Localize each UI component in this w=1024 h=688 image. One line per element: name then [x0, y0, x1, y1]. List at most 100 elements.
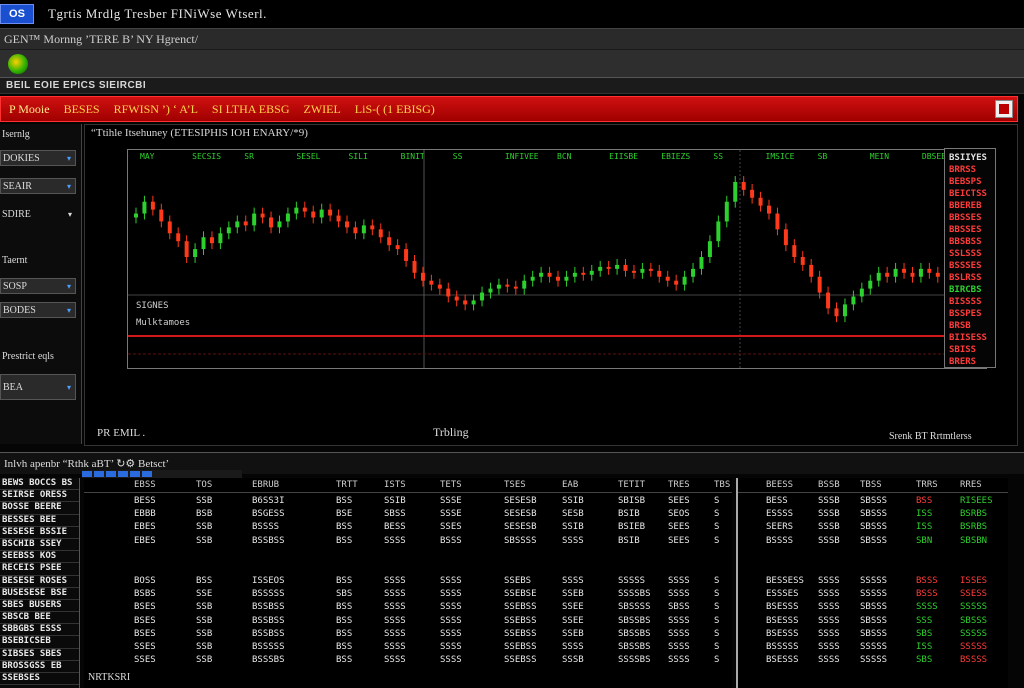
- tab-review[interactable]: RFWISN ’) ‘ A’L: [114, 102, 198, 117]
- table-cell: S: [714, 576, 720, 586]
- table-cell: SEES: [668, 522, 690, 533]
- quote-row[interactable]: SBISS: [949, 345, 995, 355]
- table-cell: S: [714, 535, 720, 546]
- close-icon[interactable]: [995, 100, 1013, 118]
- quote-row[interactable]: BEBSPS: [949, 177, 995, 187]
- quote-row[interactable]: BBSBSS: [949, 237, 995, 247]
- column-header[interactable]: TBSS: [860, 480, 882, 490]
- column-header[interactable]: BSSB: [818, 480, 840, 490]
- table-cell: SESESB: [504, 509, 537, 520]
- sidebar-dropdown-1[interactable]: DOKIES ▾: [0, 150, 76, 166]
- column-header[interactable]: BEESS: [766, 480, 793, 490]
- list-item[interactable]: BROSSGSS EB: [0, 661, 79, 673]
- column-header[interactable]: TOS: [196, 480, 212, 490]
- tab-status[interactable]: SI LTHA EBSG: [212, 102, 290, 117]
- quote-row[interactable]: BBSSES: [949, 213, 995, 223]
- list-item[interactable]: SBSCB BEE: [0, 612, 79, 625]
- tab-dot[interactable]: [130, 471, 140, 477]
- chart-title: “Ttihle Itsehuney (ETESIPHIS IOH ENARY/*…: [91, 127, 308, 139]
- column-header[interactable]: TRTT: [336, 480, 358, 490]
- column-header[interactable]: EAB: [562, 480, 578, 490]
- column-header[interactable]: EBSS: [134, 480, 156, 490]
- list-item[interactable]: BSCHIB SSEY: [0, 539, 79, 552]
- tab-dot[interactable]: [118, 471, 128, 477]
- chart-footer-mid[interactable]: Trbling: [433, 425, 469, 440]
- list-item[interactable]: SSEBSES: [0, 673, 79, 686]
- table-cell: S: [714, 655, 720, 666]
- column-header[interactable]: EBRUB: [252, 480, 279, 490]
- candle-body: [387, 237, 392, 246]
- list-item[interactable]: BOSSE BEERE: [0, 502, 79, 515]
- tab-bases[interactable]: BESES: [64, 102, 100, 117]
- list-item[interactable]: BESESE ROSES: [0, 576, 79, 588]
- list-item[interactable]: BESSES BEE: [0, 515, 79, 527]
- column-header[interactable]: TBS: [714, 480, 730, 490]
- chart-footer-left: PR EMIL .: [97, 427, 146, 439]
- list-item[interactable]: BSEBICSEB: [0, 636, 79, 649]
- menu-text[interactable]: BEIL EOIE EPICS SIEIRCBI: [6, 80, 146, 91]
- quote-row[interactable]: BBSSES: [949, 225, 995, 235]
- quote-row[interactable]: BRRSS: [949, 165, 995, 175]
- candle-body: [201, 237, 206, 250]
- candle-body: [547, 272, 552, 277]
- quote-row[interactable]: BIISESS: [949, 333, 995, 343]
- candle-body: [817, 276, 822, 293]
- tab-dot[interactable]: [82, 471, 92, 477]
- tab-dot[interactable]: [106, 471, 116, 477]
- quote-row[interactable]: BSSPES: [949, 309, 995, 319]
- column-header[interactable]: ISTS: [384, 480, 406, 490]
- sidebar-dropdown-3[interactable]: SDIRE ▾: [0, 206, 76, 222]
- list-item[interactable]: SEEBSS KOS: [0, 551, 79, 564]
- column-header[interactable]: TRRS: [916, 480, 938, 490]
- sidebar-dropdown-2[interactable]: SEAIR ▾: [0, 178, 76, 194]
- list-item[interactable]: BUSESESE BSE: [0, 588, 79, 600]
- quote-row[interactable]: BSSSES: [949, 261, 995, 271]
- list-item[interactable]: SBES BUSERS: [0, 600, 79, 613]
- table-cell: SBSSS: [860, 522, 888, 533]
- candlestick-chart[interactable]: MAY SECSIS SR SESEL SILI BINIT SS INFIVEE BCN EII…: [128, 150, 986, 368]
- quote-row[interactable]: SSLSSS: [949, 249, 995, 259]
- quote-row[interactable]: BSIIYES: [949, 153, 995, 163]
- candle-body: [404, 249, 409, 261]
- column-header[interactable]: RRES: [960, 480, 982, 490]
- table-tabs[interactable]: [82, 470, 242, 478]
- tab-wiel[interactable]: ZWIEL: [303, 102, 340, 117]
- tab-module[interactable]: P Mooie: [9, 102, 50, 117]
- sidebar-dropdown-4[interactable]: SOSP ▾: [0, 278, 76, 294]
- table-cell: BSSSSS: [766, 642, 799, 652]
- app-logo[interactable]: OS: [0, 4, 34, 24]
- quote-row[interactable]: BRSB: [949, 321, 995, 331]
- column-header[interactable]: TRES: [668, 480, 690, 490]
- candle-body: [834, 308, 839, 317]
- column-header[interactable]: TSES: [504, 480, 526, 490]
- quote-row[interactable]: BISSSS: [949, 297, 995, 307]
- column-header[interactable]: TETS: [440, 480, 462, 490]
- quote-row[interactable]: BSLRSS: [949, 273, 995, 283]
- toolbar-text[interactable]: GEN™ Mornng ’TERE B’ NY Hgrenct/: [4, 32, 198, 47]
- tab-list[interactable]: LiS-( (1 EBISG): [355, 102, 435, 117]
- tab-dot[interactable]: [142, 471, 152, 477]
- sidebar-dropdown-6[interactable]: BEA ▾: [0, 374, 76, 400]
- quote-row[interactable]: BEICTSS: [949, 189, 995, 199]
- list-item[interactable]: SESESE BSSIE: [0, 527, 79, 539]
- candle-body: [454, 296, 459, 301]
- candle-body: [893, 268, 898, 277]
- list-item[interactable]: RECEIS PSEE: [0, 563, 79, 576]
- globe-icon[interactable]: [8, 53, 28, 74]
- table-cell: SSSE: [440, 496, 462, 506]
- sidebar-dropdown-5[interactable]: BODES ▾: [0, 302, 76, 318]
- quote-row[interactable]: BRERS: [949, 357, 995, 367]
- quote-row[interactable]: BBEREB: [949, 201, 995, 211]
- candle-body: [209, 237, 214, 244]
- tab-dot[interactable]: [94, 471, 104, 477]
- candle-body: [885, 272, 890, 277]
- column-header[interactable]: TETIT: [618, 480, 645, 490]
- list-item[interactable]: SIBSES SBES: [0, 649, 79, 661]
- list-item[interactable]: BEWS BOCCS BS: [0, 478, 79, 491]
- list-item[interactable]: SBBGBS ESSS: [0, 624, 79, 637]
- table-cell: EBBB: [134, 509, 156, 520]
- candle-body: [167, 221, 172, 234]
- quote-row[interactable]: BIRCBS: [949, 285, 995, 295]
- list-item[interactable]: SEIRSE ORESS: [0, 490, 79, 503]
- table-cell: BSRBS: [960, 522, 988, 533]
